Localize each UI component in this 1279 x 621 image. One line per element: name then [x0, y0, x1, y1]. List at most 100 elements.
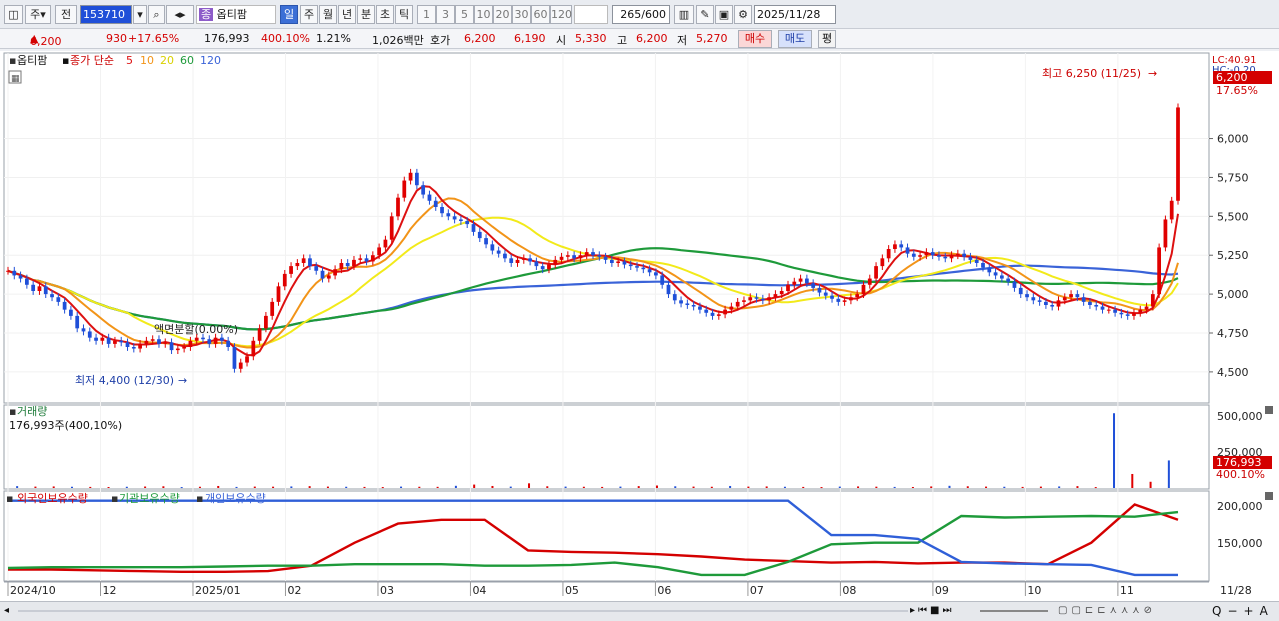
count-field[interactable]: 265/600 — [612, 5, 670, 24]
candle-body — [339, 263, 344, 270]
volume-bar — [948, 485, 951, 488]
tab-year[interactable]: 년 — [338, 5, 356, 24]
volume-bar — [546, 486, 549, 488]
volume-bar — [326, 486, 329, 488]
tab-week[interactable]: 주 — [300, 5, 318, 24]
tab-second[interactable]: 초 — [376, 5, 394, 24]
candle-body — [716, 314, 721, 316]
volume-bar — [1131, 473, 1134, 488]
minute-30[interactable]: 30 — [512, 5, 531, 24]
holdings-close-icon[interactable] — [1265, 492, 1273, 500]
search-icon[interactable]: ⌕ — [148, 5, 165, 24]
candle-body — [1088, 301, 1092, 305]
zoom-auto-icon[interactable]: A — [1260, 604, 1274, 618]
candle-type-icon[interactable]: ▥ — [674, 5, 694, 24]
volume-last-pct: 400.10% — [1216, 468, 1265, 481]
gear-icon[interactable]: ⚙ — [734, 5, 752, 24]
zoom-out-icon[interactable]: − — [1227, 604, 1243, 618]
candle-body — [710, 312, 715, 316]
minute-120[interactable]: 120 — [550, 5, 572, 24]
minute-20[interactable]: 20 — [493, 5, 512, 24]
candle-body — [503, 253, 507, 259]
table-toggle-glyph: ▦ — [11, 74, 20, 84]
volume-bar — [747, 486, 750, 488]
minute-5[interactable]: 5 — [455, 5, 474, 24]
zoom-search-icon[interactable]: Q — [1212, 604, 1227, 618]
candle-body — [597, 255, 602, 257]
candle-body — [50, 294, 54, 298]
candle-body — [484, 238, 488, 245]
candle-body — [1031, 297, 1036, 301]
code-input[interactable]: 153710 — [80, 5, 132, 24]
playback-controls-icon[interactable]: ▸⏮■⏭ — [910, 605, 954, 616]
minute-1[interactable]: 1 — [417, 5, 436, 24]
candle-body — [188, 340, 193, 347]
candle-body — [446, 213, 451, 217]
zoom-in-icon[interactable]: + — [1244, 604, 1260, 618]
candle-body — [1075, 294, 1080, 298]
candle-body — [981, 263, 985, 268]
candle-body — [949, 255, 954, 259]
candle-body — [874, 266, 878, 279]
price-tick-label: 5,500 — [1217, 210, 1249, 223]
stock-name: 옵티팜 — [216, 8, 247, 21]
volume-bar — [619, 486, 622, 488]
candle-body — [974, 259, 979, 263]
minute-3[interactable]: 3 — [436, 5, 455, 24]
zoom-slider[interactable] — [980, 610, 1048, 612]
volume-bar — [290, 486, 293, 488]
stock-name-field[interactable]: 종 옵티팜 — [196, 5, 276, 24]
candle-body — [6, 270, 10, 272]
volume-bar — [1149, 481, 1152, 488]
save-icon[interactable]: ▣ — [715, 5, 733, 24]
code-dropdown-icon[interactable]: ▾ — [133, 5, 147, 24]
volume-bar — [893, 486, 896, 488]
volume-bar — [875, 486, 878, 488]
candle-body — [56, 297, 61, 302]
chart-area[interactable]: 6,000 5,750 5,500 5,250 5,000 4,750 4,500 2024/… — [0, 51, 1279, 601]
tab-minute[interactable]: 분 — [357, 5, 375, 24]
scroll-track[interactable] — [18, 610, 908, 612]
prev-button[interactable]: 전 — [55, 5, 77, 24]
candle-body — [157, 339, 161, 344]
candle-body — [553, 259, 558, 265]
prev-next-icon[interactable]: ◂▸ — [166, 5, 194, 24]
last-price: 6,200 — [1216, 71, 1248, 84]
stock-chart[interactable]: 6,000 5,750 5,500 5,250 5,000 4,750 4,500 2024/… — [0, 51, 1279, 601]
candle-body — [804, 278, 809, 284]
scroll-left-icon[interactable]: ◂ — [4, 605, 16, 617]
minute-60[interactable]: 60 — [531, 5, 550, 24]
candle-body — [144, 340, 149, 344]
minute-10[interactable]: 10 — [474, 5, 493, 24]
zoom-icons[interactable]: Q−+A — [1212, 604, 1274, 618]
tab-tick[interactable]: 틱 — [395, 5, 413, 24]
high-price: 6,200 — [636, 32, 668, 45]
volume-bar — [454, 485, 457, 488]
chart-menu-icon[interactable]: ◫ — [4, 5, 23, 24]
bid-label: 호가 — [430, 34, 451, 47]
tab-day[interactable]: 일 — [280, 5, 298, 24]
date-field[interactable]: 2025/11/28 — [754, 5, 836, 24]
draw-tool-icon[interactable]: ✎ — [696, 5, 714, 24]
candle-body — [18, 275, 23, 279]
x-tick-label: 2025/01 — [195, 584, 241, 597]
candle-body — [817, 287, 822, 293]
volume-bar — [637, 486, 640, 488]
period-select[interactable]: 주▾ — [25, 5, 51, 24]
bid-price: 6,190 — [514, 32, 546, 45]
candle-body — [238, 362, 243, 369]
price-tick-label: 4,500 — [1217, 366, 1249, 379]
change: 930 — [106, 32, 127, 45]
tab-month[interactable]: 월 — [319, 5, 337, 24]
volume-close-icon[interactable] — [1265, 406, 1273, 414]
sell-button[interactable]: 매도 — [778, 30, 812, 48]
volume-bar — [381, 487, 384, 489]
drawing-tools-icon[interactable]: ▢▢⊏⊏⋏⋏⋏⊘ — [1058, 605, 1156, 616]
candle-body — [1081, 297, 1086, 302]
candle-body — [704, 309, 709, 313]
buy-button[interactable]: 매수 — [738, 30, 772, 48]
candle-body — [1069, 294, 1073, 298]
price-tick-label: 5,000 — [1217, 288, 1249, 301]
custom-minute-input[interactable] — [574, 5, 608, 24]
eval-button[interactable]: 평 — [818, 30, 836, 48]
